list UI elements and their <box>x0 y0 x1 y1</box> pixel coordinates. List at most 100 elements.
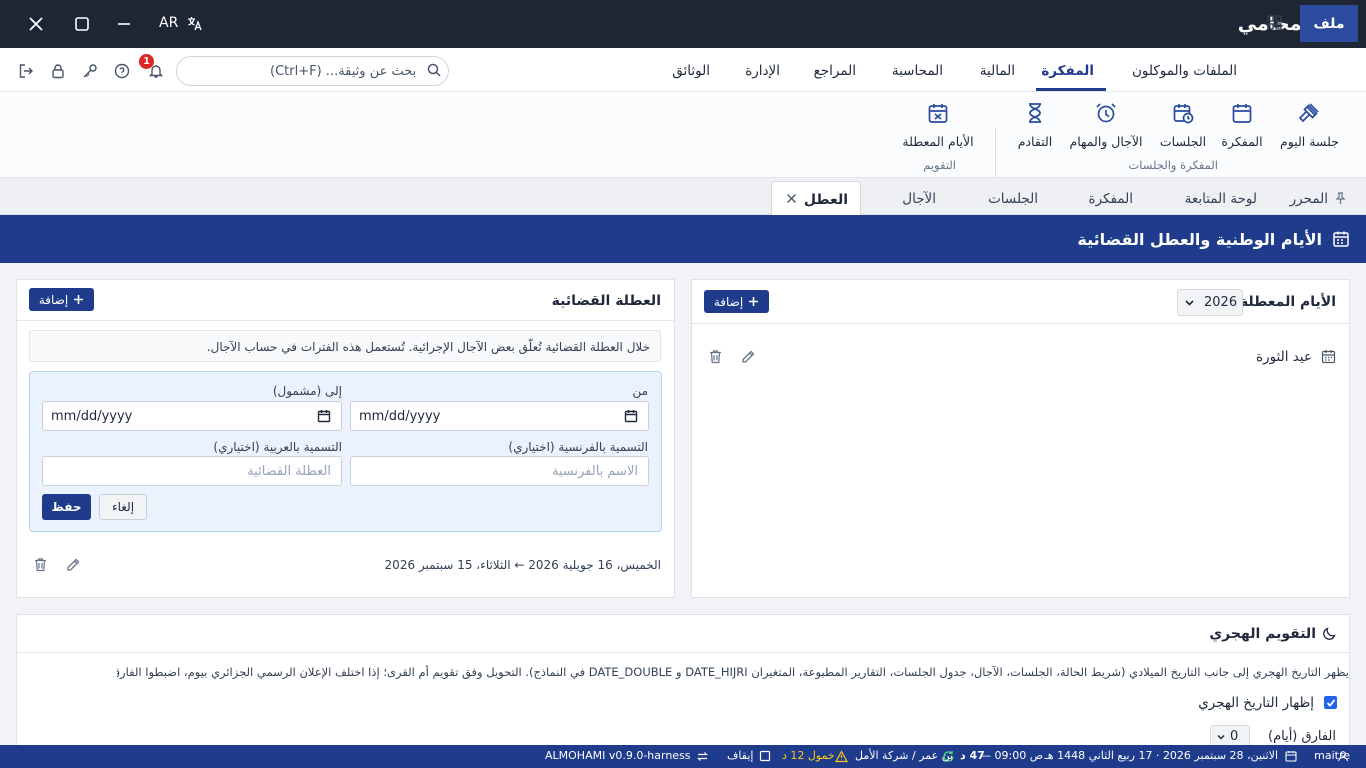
holiday-name: عيد الثورة <box>1255 349 1312 365</box>
app-version: ALMOHAMI v0.9.0-harness <box>545 749 691 762</box>
from-date-input[interactable]: mm/dd/yyyy <box>350 401 649 431</box>
calendar-icon[interactable] <box>317 409 331 423</box>
to-label: إلى (مشمول) <box>272 384 342 398</box>
menu-files-clients[interactable]: الملفات والموكلون <box>1132 63 1237 79</box>
ar-name-input[interactable]: العطلة القضائية <box>42 456 342 486</box>
deadlines-tasks-button[interactable]: الآجال والمهام <box>1068 100 1144 150</box>
info-note: خلال العطلة القضائية تُعلّق بعض الآجال ا… <box>29 330 661 362</box>
fr-name-label: التسمية بالفرنسية (اختياري) <box>508 440 648 454</box>
calendar-icon[interactable] <box>624 409 638 423</box>
divider <box>692 323 1349 324</box>
hourglass-icon <box>1023 100 1047 126</box>
user-icon <box>1337 750 1349 762</box>
menu-accounting[interactable]: المحاسبة <box>892 63 943 79</box>
page-header: الأيام الوطنية والعطل القضائية <box>0 215 1366 263</box>
menu-agenda[interactable]: المفكرة <box>1041 63 1094 79</box>
tab-holidays-label: العطل <box>803 192 848 208</box>
delete-icon[interactable] <box>708 349 723 364</box>
close-icon[interactable] <box>26 14 46 34</box>
lock-icon[interactable] <box>50 63 66 79</box>
status-time: — 09:00 ص <box>980 749 1044 762</box>
status-idle: خمول 12 د <box>782 749 835 762</box>
from-label: من <box>632 384 648 398</box>
status-bar: maitre الاثنين، 28 سبتمبر 2026 · 17 ربيع… <box>0 745 1366 768</box>
calendar-icon <box>1230 100 1254 126</box>
moon-icon <box>1322 626 1337 641</box>
stop-icon[interactable] <box>759 750 771 762</box>
sessions-button[interactable]: الجلسات <box>1158 100 1208 150</box>
pin-icon[interactable] <box>1334 192 1347 205</box>
prescription-button[interactable]: التقادم <box>1014 100 1056 150</box>
hijri-panel-title: التقويم الهجري <box>1209 626 1316 642</box>
tab-holidays[interactable]: العطل <box>771 181 861 216</box>
tab-agenda[interactable]: المفكرة <box>1089 191 1133 207</box>
key-icon[interactable] <box>82 63 98 79</box>
holiday-calendar-icon <box>1321 349 1336 364</box>
sessions-label: الجلسات <box>1159 134 1207 149</box>
close-tab-icon[interactable] <box>786 193 797 204</box>
fr-name-placeholder: الاسم بالفرنسية <box>551 464 638 479</box>
hijri-description: يظهر التاريخ الهجري إلى جانب التاريخ الم… <box>117 665 1349 679</box>
info-text: خلال العطلة القضائية تُعلّق بعض الآجال ا… <box>206 340 650 354</box>
show-hijri-checkbox[interactable] <box>1324 696 1337 709</box>
stop-label[interactable]: إيقاف <box>727 749 753 762</box>
today-session-label: جلسة اليوم <box>1280 134 1339 149</box>
tab-sessions[interactable]: الجلسات <box>988 191 1038 207</box>
chevron-down-icon <box>1184 297 1195 308</box>
to-date-input[interactable]: mm/dd/yyyy <box>42 401 342 431</box>
year-select[interactable]: 2026 <box>1177 289 1243 316</box>
page-title: الأيام الوطنية والعطل القضائية <box>1077 230 1322 249</box>
from-date-value: mm/dd/yyyy <box>359 409 441 424</box>
status-count: 47 د <box>960 749 985 762</box>
search-input[interactable]: بحث عن وثيقة... (Ctrl+F) <box>270 64 416 79</box>
alarm-clock-icon <box>1094 100 1118 126</box>
judicial-period-range: الخميس، 16 جويلية 2026 ← الثلاثاء، 15 سب… <box>384 558 661 572</box>
add-judicial-button[interactable]: إضافة <box>29 288 94 311</box>
translate-icon[interactable] <box>186 15 203 32</box>
document-tabs <box>0 178 1366 215</box>
ribbon-group-calendar: التقويم <box>923 158 956 172</box>
menu-finance[interactable]: المالية <box>980 63 1015 79</box>
ar-name-placeholder: العطلة القضائية <box>247 464 331 479</box>
agenda-button[interactable]: المفكرة <box>1220 100 1264 150</box>
minimize-icon[interactable] <box>114 14 134 34</box>
add-holiday-label: إضافة <box>713 294 744 309</box>
deadlines-tasks-label: الآجال والمهام <box>1069 134 1143 149</box>
apps-grid-icon[interactable] <box>1267 15 1282 30</box>
maximize-icon[interactable] <box>72 14 92 34</box>
help-icon[interactable] <box>114 63 130 79</box>
ribbon-group-agenda-sessions: المفكرة والجلسات <box>1128 158 1218 172</box>
logout-icon[interactable] <box>18 63 34 79</box>
offset-label: الفارق (أيام) <box>1268 729 1336 744</box>
offset-select[interactable]: 0 <box>1210 725 1250 747</box>
edit-icon[interactable] <box>65 557 81 573</box>
agenda-label: المفكرة <box>1221 134 1263 149</box>
menu-documents[interactable]: الوثائق <box>672 63 710 79</box>
tab-deadlines[interactable]: الآجال <box>902 191 936 207</box>
language-toggle[interactable]: AR <box>159 15 178 31</box>
today-session-button[interactable]: جلسة اليوم <box>1280 100 1339 150</box>
hijri-panel <box>16 614 1350 754</box>
edit-icon[interactable] <box>740 349 756 365</box>
menu-administration[interactable]: الإدارة <box>745 63 780 79</box>
file-menu-button[interactable]: ملف <box>1300 5 1358 42</box>
to-date-value: mm/dd/yyyy <box>51 409 133 424</box>
fr-name-input[interactable]: الاسم بالفرنسية <box>350 456 649 486</box>
sync-icon[interactable] <box>696 750 709 763</box>
year-value: 2026 <box>1204 295 1238 310</box>
holidays-button[interactable]: الأيام المعطلة <box>900 100 976 150</box>
menu-references[interactable]: المراجع <box>814 63 856 79</box>
tab-editor[interactable]: المحرر <box>1290 191 1328 207</box>
holidays-panel <box>691 279 1350 598</box>
divider <box>17 320 674 321</box>
tab-dashboard[interactable]: لوحة المتابعة <box>1185 191 1257 207</box>
offset-value: 0 <box>1230 729 1239 744</box>
delete-icon[interactable] <box>33 557 48 572</box>
show-hijri-label[interactable]: إظهار التاريخ الهجري <box>1198 695 1314 711</box>
add-holiday-button[interactable]: إضافة <box>704 290 769 313</box>
calendar-icon <box>1332 230 1350 248</box>
save-button[interactable]: حفظ <box>42 494 91 520</box>
plus-icon <box>748 296 759 307</box>
cancel-button[interactable]: إلغاء <box>99 494 147 520</box>
plus-icon <box>73 294 84 305</box>
